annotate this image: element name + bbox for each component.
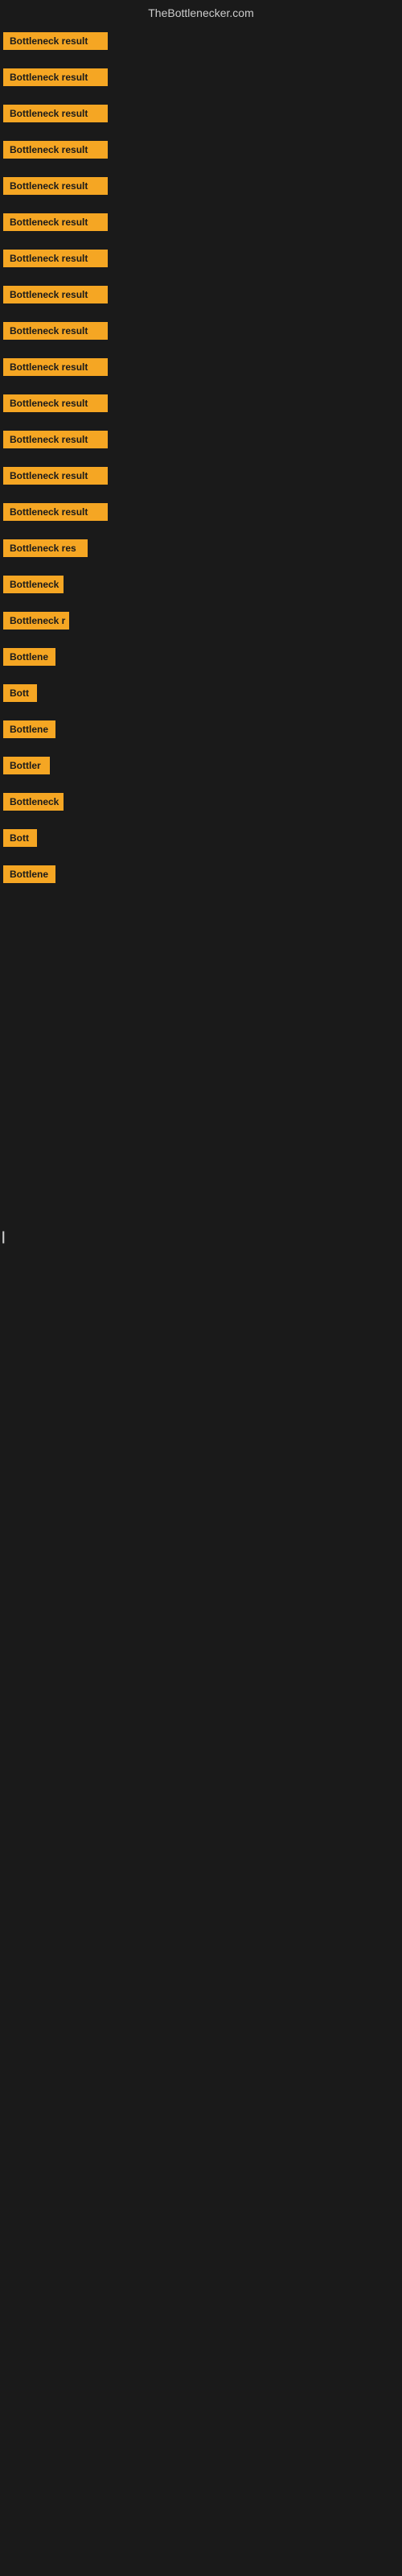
list-item: Bottleneck result (0, 95, 402, 131)
list-item: Bottlene (0, 856, 402, 892)
bottleneck-list: Bottleneck result Bottleneck result Bottle… (0, 23, 402, 892)
bottleneck-badge[interactable]: Bottleneck result (3, 68, 108, 86)
list-item: Bottleneck result (0, 457, 402, 493)
cursor-marker: | (2, 1230, 5, 1245)
list-item: Bottleneck result (0, 240, 402, 276)
list-item: Bottlene (0, 711, 402, 747)
bottleneck-badge[interactable]: Bottleneck result (3, 250, 108, 267)
page-wrapper: TheBottlenecker.com Bottleneck resultBot… (0, 0, 402, 1938)
list-item: Bottleneck result (0, 59, 402, 95)
bottleneck-badge[interactable]: Bottleneck result (3, 286, 108, 303)
bottleneck-badge[interactable]: Bottleneck result (3, 105, 108, 122)
list-item: Bottleneck result (0, 131, 402, 167)
bottleneck-badge[interactable]: Bott (3, 829, 37, 847)
bottleneck-badge[interactable]: Bottleneck result (3, 32, 108, 50)
list-item: Bottler (0, 747, 402, 783)
list-item: Bott (0, 675, 402, 711)
site-title: TheBottlenecker.com (0, 0, 402, 23)
list-item: Bottleneck result (0, 167, 402, 204)
bottleneck-badge[interactable]: Bottleneck result (3, 431, 108, 448)
list-item: Bottleneck r (0, 602, 402, 638)
list-item: Bottleneck result (0, 421, 402, 457)
bottleneck-badge[interactable]: Bottlene (3, 648, 55, 666)
bottleneck-badge[interactable]: Bottleneck result (3, 213, 108, 231)
bottleneck-badge[interactable]: Bottleneck (3, 576, 64, 593)
bottleneck-badge[interactable]: Bottleneck result (3, 358, 108, 376)
bottleneck-badge[interactable]: Bottleneck result (3, 394, 108, 412)
bottleneck-badge[interactable]: Bottlene (3, 720, 55, 738)
list-item: Bottleneck result (0, 493, 402, 530)
bottleneck-badge[interactable]: Bottlene (3, 865, 55, 883)
list-item: Bottlene (0, 638, 402, 675)
bottleneck-badge[interactable]: Bottleneck result (3, 322, 108, 340)
list-item: Bottleneck result (0, 276, 402, 312)
bottleneck-badge[interactable]: Bottleneck (3, 793, 64, 811)
bottleneck-badge[interactable]: Bottleneck result (3, 141, 108, 159)
bottleneck-badge[interactable]: Bottleneck res (3, 539, 88, 557)
bottleneck-badge[interactable]: Bottleneck result (3, 177, 108, 195)
list-item: Bottleneck (0, 783, 402, 819)
list-item: Bottleneck result (0, 385, 402, 421)
bottleneck-badge[interactable]: Bottleneck result (3, 467, 108, 485)
list-item: Bottleneck (0, 566, 402, 602)
list-item: Bottleneck result (0, 23, 402, 59)
list-item: Bott (0, 819, 402, 856)
bottleneck-badge[interactable]: Bottler (3, 757, 50, 774)
list-item: Bottleneck result (0, 349, 402, 385)
bottleneck-badge[interactable]: Bottleneck result (3, 503, 108, 521)
bottleneck-badge[interactable]: Bottleneck r (3, 612, 69, 630)
list-item: Bottleneck result (0, 312, 402, 349)
list-item: Bottleneck result (0, 204, 402, 240)
list-item: Bottleneck res (0, 530, 402, 566)
bottleneck-badge[interactable]: Bott (3, 684, 37, 702)
